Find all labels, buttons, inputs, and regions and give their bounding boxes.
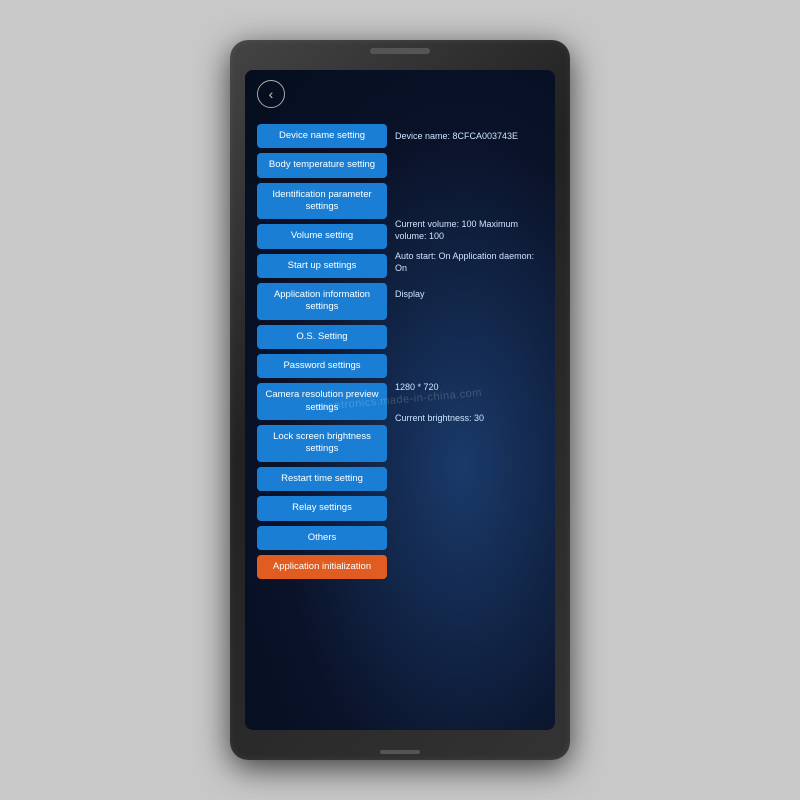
password-info <box>395 344 543 370</box>
app-initialization-button[interactable]: Application initialization <box>257 555 387 579</box>
body-temp-setting-button[interactable]: Body temperature setting <box>257 153 387 177</box>
screen: montronics.made-in-china.com ‹ Device na… <box>245 70 555 730</box>
device-name-setting-button[interactable]: Device name setting <box>257 124 387 148</box>
bottom-bar <box>380 750 420 754</box>
brightness-info: Current brightness: 30 <box>395 406 543 432</box>
camera-info: 1280 * 720 <box>395 375 543 401</box>
camera-resolution-button[interactable]: Camera resolution preview settings <box>257 383 387 420</box>
restart-time-button[interactable]: Restart time setting <box>257 467 387 491</box>
os-setting-button[interactable]: O.S. Setting <box>257 325 387 349</box>
identification-param-button[interactable]: Identification parameter settings <box>257 183 387 220</box>
screen-content: ‹ Device name setting Body temperature se… <box>245 70 555 730</box>
restart-info <box>395 437 543 463</box>
app-info-display: Display <box>395 282 543 308</box>
others-info <box>395 499 543 525</box>
relay-info <box>395 468 543 494</box>
settings-layout: Device name setting Body temperature sett… <box>257 124 543 722</box>
startup-settings-button[interactable]: Start up settings <box>257 254 387 278</box>
tablet-device: montronics.made-in-china.com ‹ Device na… <box>230 40 570 760</box>
top-notch <box>370 48 430 54</box>
relay-settings-button[interactable]: Relay settings <box>257 496 387 520</box>
device-name-info: Device name: 8CFCA003743E <box>395 124 543 150</box>
button-column: Device name setting Body temperature sett… <box>257 124 387 722</box>
os-info <box>395 313 543 339</box>
identification-info <box>395 186 543 212</box>
back-button[interactable]: ‹ <box>257 80 285 108</box>
password-settings-button[interactable]: Password settings <box>257 354 387 378</box>
volume-info: Current volume: 100 Maximum volume: 100 <box>395 217 543 244</box>
startup-info: Auto start: On Application daemon: On <box>395 249 543 276</box>
lock-screen-brightness-button[interactable]: Lock screen brightness settings <box>257 425 387 462</box>
info-column: Device name: 8CFCA003743E Current volume:… <box>395 124 543 722</box>
body-temp-info <box>395 155 543 181</box>
volume-setting-button[interactable]: Volume setting <box>257 224 387 248</box>
init-info <box>395 530 543 556</box>
others-button[interactable]: Others <box>257 526 387 550</box>
app-info-settings-button[interactable]: Application information settings <box>257 283 387 320</box>
